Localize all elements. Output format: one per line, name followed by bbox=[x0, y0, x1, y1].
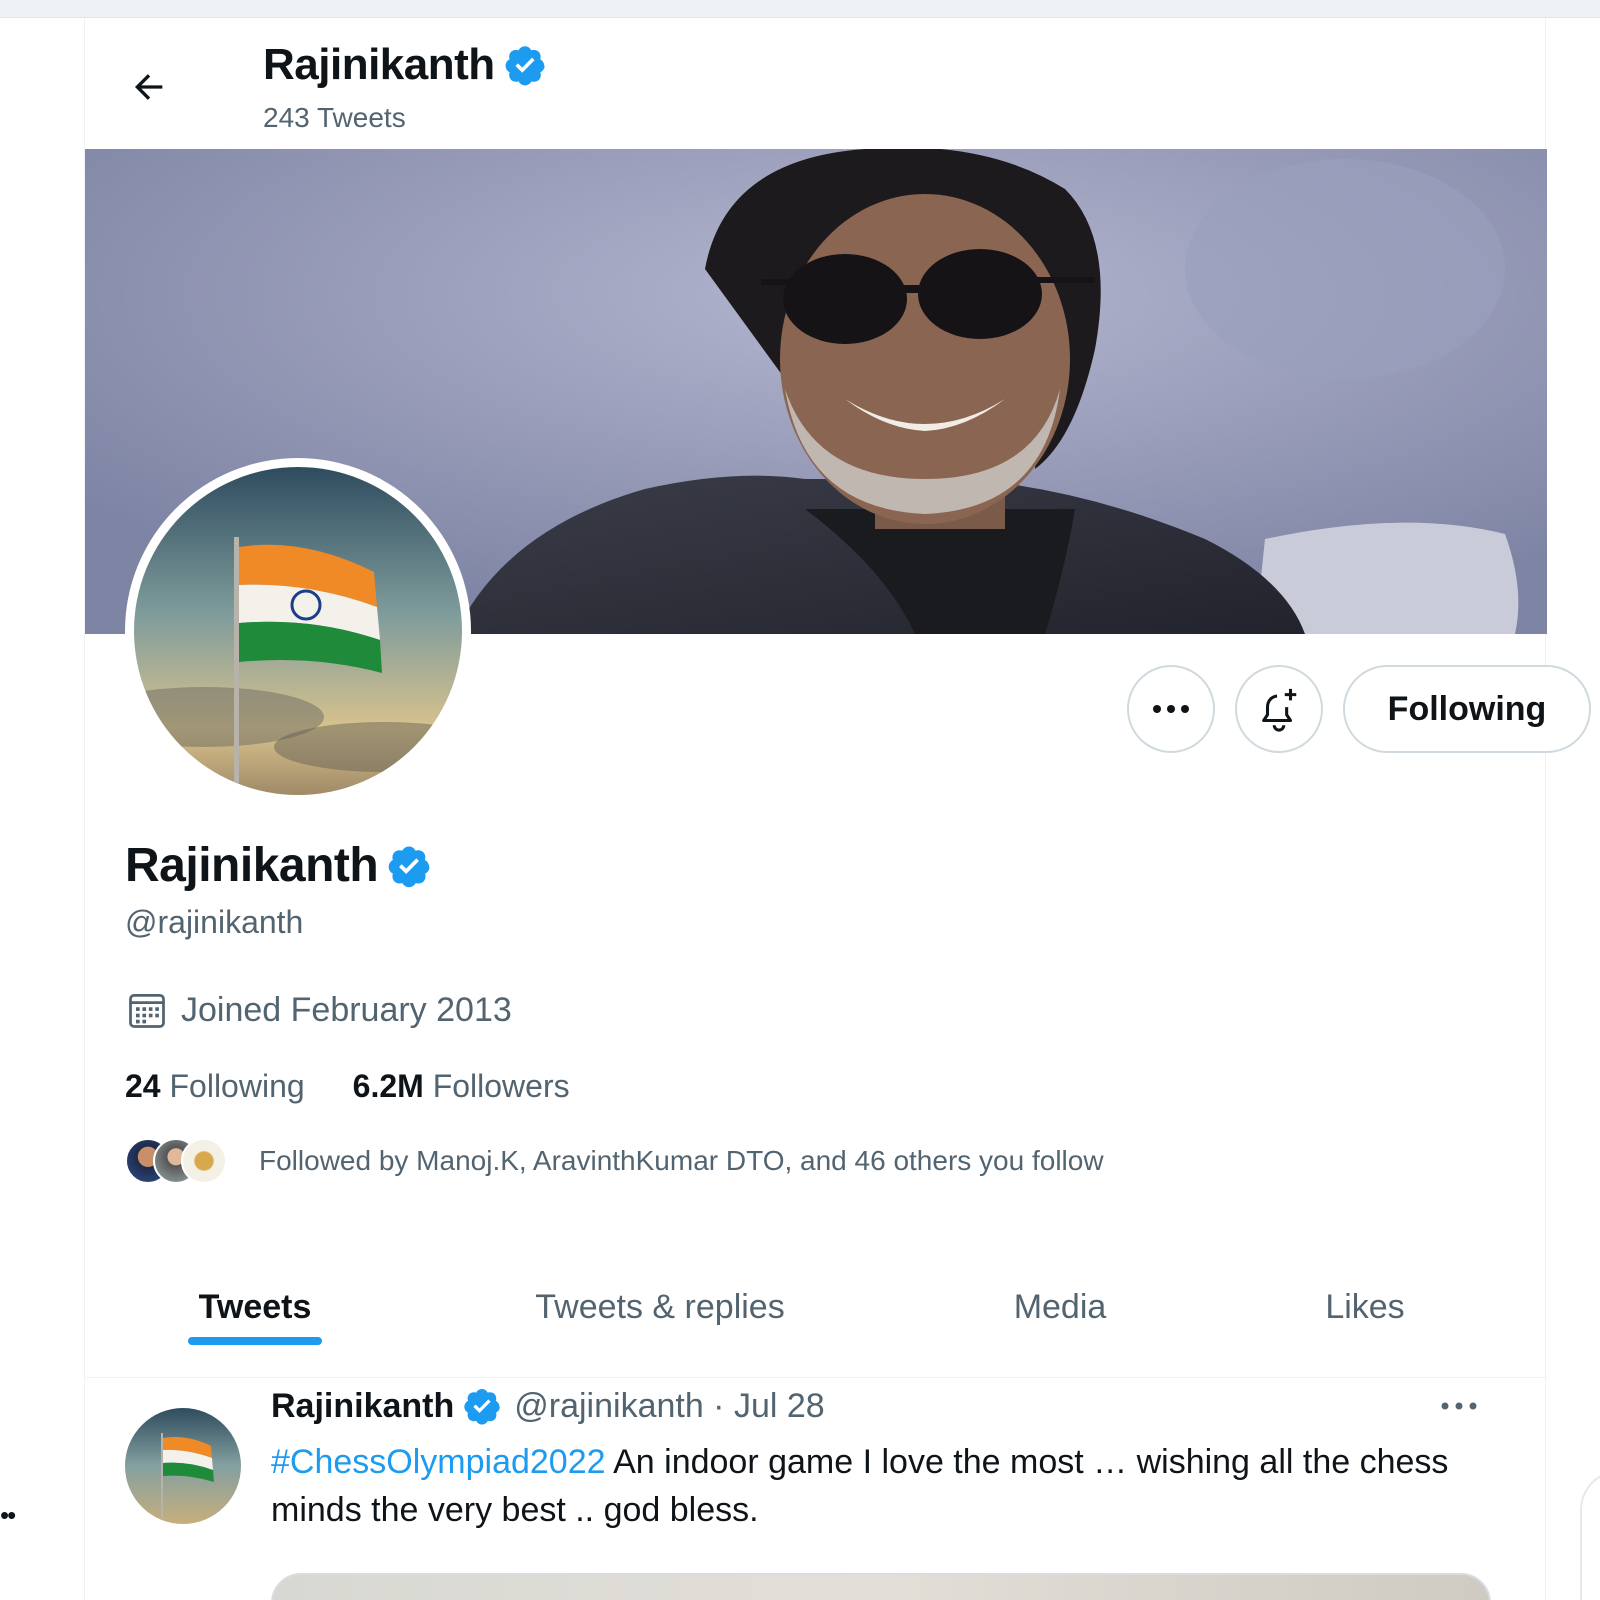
flag-avatar-image bbox=[134, 467, 462, 795]
browser-top-strip bbox=[0, 0, 1600, 18]
followed-by-row[interactable]: Followed by Manoj.K, AravinthKumar DTO, … bbox=[125, 1138, 1104, 1184]
header-name: Rajinikanth bbox=[263, 40, 495, 89]
flag-avatar-image bbox=[125, 1408, 241, 1524]
calendar-icon bbox=[129, 993, 165, 1028]
followers-stat-link[interactable]: 6.2M Followers bbox=[353, 1068, 570, 1105]
tab-tweets-replies[interactable]: Tweets & replies bbox=[505, 1236, 815, 1378]
notify-button[interactable] bbox=[1235, 665, 1323, 753]
more-horizontal-icon bbox=[1153, 705, 1189, 713]
arrow-left-icon bbox=[135, 74, 163, 100]
tweet-count: 243 Tweets bbox=[263, 102, 406, 133]
tab-likes[interactable]: Likes bbox=[1305, 1236, 1425, 1378]
profile-avatar[interactable] bbox=[125, 458, 471, 804]
following-button[interactable]: Following bbox=[1343, 665, 1591, 753]
active-tab-indicator bbox=[188, 1337, 322, 1345]
profile-name: Rajinikanth bbox=[125, 838, 432, 893]
left-nav-rail bbox=[0, 18, 84, 1600]
tweet-avatar[interactable] bbox=[125, 1408, 241, 1524]
tweet-handle-date[interactable]: @rajinikanth · Jul 28 bbox=[514, 1387, 824, 1426]
back-button[interactable] bbox=[125, 63, 173, 111]
bell-plus-icon bbox=[1262, 688, 1297, 732]
tweet-author-name[interactable]: Rajinikanth bbox=[271, 1387, 454, 1426]
header-title: Rajinikanth bbox=[263, 40, 547, 90]
joined-date: Joined February 2013 bbox=[125, 988, 512, 1032]
profile-handle: @rajinikanth bbox=[125, 904, 304, 940]
profile-display-name: Rajinikanth bbox=[125, 839, 379, 892]
followers-count: 6.2M bbox=[352, 1068, 424, 1104]
following-stat-link[interactable]: 24 Following bbox=[125, 1068, 305, 1105]
tweet-header: Rajinikanth @rajinikanth · Jul 28 bbox=[271, 1386, 825, 1426]
profile-tabs: Tweets Tweets & replies Media Likes bbox=[85, 1236, 1547, 1378]
more-options-button[interactable] bbox=[1127, 665, 1215, 753]
verified-badge-icon bbox=[388, 845, 430, 887]
joined-text: Joined February 2013 bbox=[181, 990, 512, 1029]
followers-label: Followers bbox=[432, 1068, 570, 1104]
tweet-hashtag-link[interactable]: #ChessOlympiad2022 bbox=[271, 1443, 606, 1481]
left-more-icon[interactable]: •• bbox=[0, 1500, 24, 1530]
followed-by-text[interactable]: Followed by Manoj.K, AravinthKumar DTO, … bbox=[259, 1145, 1104, 1177]
verified-badge-icon bbox=[505, 46, 545, 86]
profile-column: Rajinikanth 243 Tweets Following Rajinik… bbox=[84, 18, 1591, 1600]
tweet-media-preview[interactable] bbox=[271, 1573, 1491, 1600]
following-count: 24 bbox=[125, 1068, 161, 1104]
follow-stats: 24 Following 6.2M Followers bbox=[125, 1068, 618, 1105]
follower-avatar bbox=[181, 1138, 227, 1184]
right-panel-edge bbox=[1580, 1470, 1600, 1600]
tweet-more-button[interactable] bbox=[1437, 1386, 1481, 1426]
verified-badge-icon bbox=[464, 1389, 501, 1425]
tweet-text: #ChessOlympiad2022 An indoor game I love… bbox=[271, 1438, 1451, 1534]
following-label: Following bbox=[169, 1068, 305, 1104]
tab-media[interactable]: Media bbox=[985, 1236, 1135, 1378]
more-horizontal-icon bbox=[1441, 1402, 1477, 1410]
tab-tweets[interactable]: Tweets bbox=[151, 1236, 359, 1378]
